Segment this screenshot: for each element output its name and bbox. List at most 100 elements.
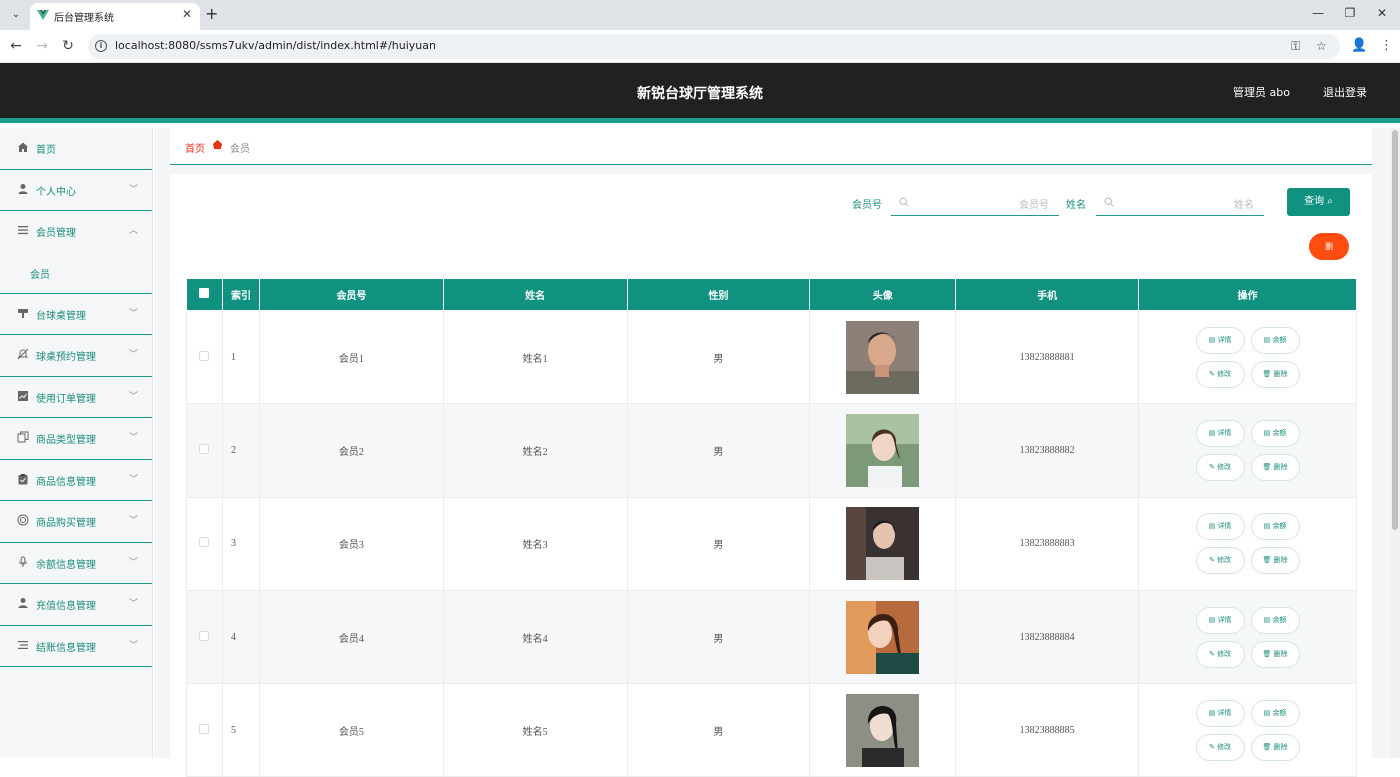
key-icon[interactable]: ⚿ xyxy=(1291,39,1300,54)
row-checkbox[interactable] xyxy=(199,630,210,641)
logout-link[interactable]: 退出登录 xyxy=(1323,84,1367,100)
sidebar-item-profile[interactable]: 个人中心 ﹀ xyxy=(0,170,152,211)
detail-button[interactable]: ▤ 详情 xyxy=(1195,606,1245,634)
row-checkbox[interactable] xyxy=(199,443,210,454)
site-info-icon[interactable]: i xyxy=(95,40,107,52)
query-button[interactable]: 查询 ⌕ xyxy=(1287,188,1350,216)
select-all-checkbox[interactable] xyxy=(199,288,210,298)
detail-button[interactable]: ▤ 详情 xyxy=(1195,326,1245,354)
restore-icon[interactable]: ❐ xyxy=(1340,6,1360,20)
new-tab-plus-icon[interactable]: + xyxy=(205,5,218,23)
sidebar-item-balance-management[interactable]: 余额信息管理 ﹀ xyxy=(0,543,152,584)
delete-button[interactable]: 🗑 删除 xyxy=(1250,453,1300,481)
row-gender: 男 xyxy=(626,496,811,591)
table-row: 3 会员3 姓名3 男 13823888883 ▤ 详情 ▤ 余额✎ 修改 🗑 … xyxy=(186,496,1357,591)
delete-button[interactable]: 🗑 删除 xyxy=(1250,360,1300,388)
row-index: 2 xyxy=(221,403,260,498)
row-phone: 13823888883 xyxy=(955,496,1140,591)
edit-button[interactable]: ✎ 修改 xyxy=(1195,547,1245,575)
avatar-image[interactable] xyxy=(846,600,920,674)
balance-button[interactable]: ▤ 余额 xyxy=(1250,606,1300,634)
name-placeholder: 姓名 xyxy=(1234,200,1254,211)
browser-tab[interactable]: 后台管理系统 ✕ xyxy=(30,3,200,30)
tab-title: 后台管理系统 xyxy=(54,13,114,24)
chevron-down-icon: ﹀ xyxy=(128,184,138,195)
url-field[interactable]: i localhost:8080/ssms7ukv/admin/dist/ind… xyxy=(88,34,1340,59)
delete-button[interactable]: 🗑 删除 xyxy=(1250,640,1300,668)
batch-delete-button[interactable]: 删 xyxy=(1309,233,1349,260)
sidebar-item-member-management[interactable]: 会员管理 ︿ xyxy=(0,211,152,253)
detail-label: 详情 xyxy=(1217,708,1232,717)
sidebar-item-product-type-management[interactable]: 商品类型管理 ﹀ xyxy=(0,418,152,460)
sidebar-item-home[interactable]: 首页 xyxy=(0,128,152,170)
avatar-image[interactable] xyxy=(846,693,920,767)
page-scrollbar[interactable] xyxy=(1390,128,1400,758)
detail-button[interactable]: ▤ 详情 xyxy=(1195,419,1245,447)
browser-menu-icon[interactable]: ⋮ xyxy=(1380,38,1393,53)
sidebar-item-label: 商品类型管理 xyxy=(36,435,96,446)
window-close-icon[interactable]: ✕ xyxy=(1372,6,1392,20)
sidebar: 首页 个人中心 ﹀ 会员管理 ︿ 会员 台球桌管理 ﹀ 球桌预约管理 ﹀ 使用订… xyxy=(0,128,153,758)
sidebar-item-product-info-management[interactable]: 商品信息管理 ﹀ xyxy=(0,460,152,501)
sidebar-item-recharge-management[interactable]: 充值信息管理 ﹀ xyxy=(0,584,152,626)
browser-tab-bar: ⌄ 后台管理系统 ✕ + — ❐ ✕ xyxy=(0,0,1400,30)
sidebar-item-label: 球桌预约管理 xyxy=(36,352,96,363)
sidebar-subitem-label: 会员 xyxy=(30,269,50,281)
sidebar-item-label: 首页 xyxy=(36,145,56,156)
member-no-search-input[interactable]: 会员号 xyxy=(891,188,1059,216)
detail-button[interactable]: ▤ 详情 xyxy=(1195,513,1245,541)
avatar-image[interactable] xyxy=(846,413,920,487)
row-checkbox[interactable] xyxy=(199,350,210,361)
edit-button[interactable]: ✎ 修改 xyxy=(1195,640,1245,668)
row-avatar-cell xyxy=(809,589,957,685)
trash-icon: 🗑 xyxy=(1262,369,1274,378)
chevron-down-icon: ﹀ xyxy=(128,350,138,360)
sidebar-item-table-management[interactable]: 台球桌管理 ﹀ xyxy=(0,294,152,335)
name-label: 姓名 xyxy=(1066,200,1086,211)
row-index: 3 xyxy=(221,496,260,591)
content-card: 会员号 会员号 姓名 姓名 查询 ⌕ 删 索引 会员号 姓名 性别 头像 手机 … xyxy=(170,174,1372,777)
balance-button[interactable]: ▤ 余额 xyxy=(1250,326,1300,354)
member-table: 索引 会员号 姓名 性别 头像 手机 操作 1 会员1 姓名1 男 138238… xyxy=(186,278,1357,777)
sidebar-item-order-management[interactable]: 使用订单管理 ﹀ xyxy=(0,377,152,418)
sidebar-subitem-member[interactable]: 会员 xyxy=(0,253,152,293)
name-search-input[interactable]: 姓名 xyxy=(1096,188,1264,216)
scrollbar-thumb[interactable] xyxy=(1392,130,1398,530)
sidebar-item-purchase-management[interactable]: 商品购买管理 ﹀ xyxy=(0,501,152,543)
forward-arrow-icon[interactable]: → xyxy=(33,38,51,54)
tab-close-icon[interactable]: ✕ xyxy=(182,7,192,21)
avatar-image[interactable] xyxy=(846,320,920,394)
delete-label: 删除 xyxy=(1273,369,1288,378)
sidebar-item-reservation-management[interactable]: 球桌预约管理 ﹀ xyxy=(0,335,152,377)
row-checkbox[interactable] xyxy=(199,537,210,548)
row-index: 5 xyxy=(221,683,260,777)
detail-button[interactable]: ▤ 详情 xyxy=(1195,699,1245,727)
row-select-cell xyxy=(186,496,223,591)
delete-label: 删除 xyxy=(1273,649,1288,658)
tab-search-chevron-icon[interactable]: ⌄ xyxy=(6,6,26,24)
sidebar-item-label: 个人中心 xyxy=(36,186,76,198)
row-phone: 13823888882 xyxy=(955,403,1140,498)
balance-button[interactable]: ▤ 余额 xyxy=(1250,699,1300,727)
col-phone: 手机 xyxy=(955,278,1140,311)
chart-icon xyxy=(18,390,28,401)
reload-icon[interactable]: ↻ xyxy=(59,38,77,54)
table-row: 1 会员1 姓名1 男 13823888881 ▤ 详情 ▤ 余额✎ 修改 🗑 … xyxy=(186,309,1357,405)
balance-button[interactable]: ▤ 余额 xyxy=(1250,419,1300,447)
row-checkbox[interactable] xyxy=(199,723,210,734)
sidebar-item-label: 商品购买管理 xyxy=(36,518,96,529)
edit-button[interactable]: ✎ 修改 xyxy=(1195,453,1245,481)
breadcrumb-home[interactable]: 首页 xyxy=(185,140,205,155)
edit-button[interactable]: ✎ 修改 xyxy=(1195,360,1245,388)
balance-button[interactable]: ▤ 余额 xyxy=(1250,513,1300,541)
sidebar-item-checkout-management[interactable]: 结账信息管理 ﹀ xyxy=(0,626,152,667)
bookmark-star-icon[interactable]: ☆ xyxy=(1316,39,1327,53)
edit-button[interactable]: ✎ 修改 xyxy=(1195,733,1245,761)
profile-icon[interactable]: 👤 xyxy=(1351,38,1367,53)
delete-button[interactable]: 🗑 删除 xyxy=(1250,547,1300,575)
avatar-image[interactable] xyxy=(846,507,920,581)
search-icon xyxy=(1104,197,1114,207)
minimize-icon[interactable]: — xyxy=(1308,6,1328,20)
back-arrow-icon[interactable]: ← xyxy=(7,38,25,54)
delete-button[interactable]: 🗑 删除 xyxy=(1250,733,1300,761)
